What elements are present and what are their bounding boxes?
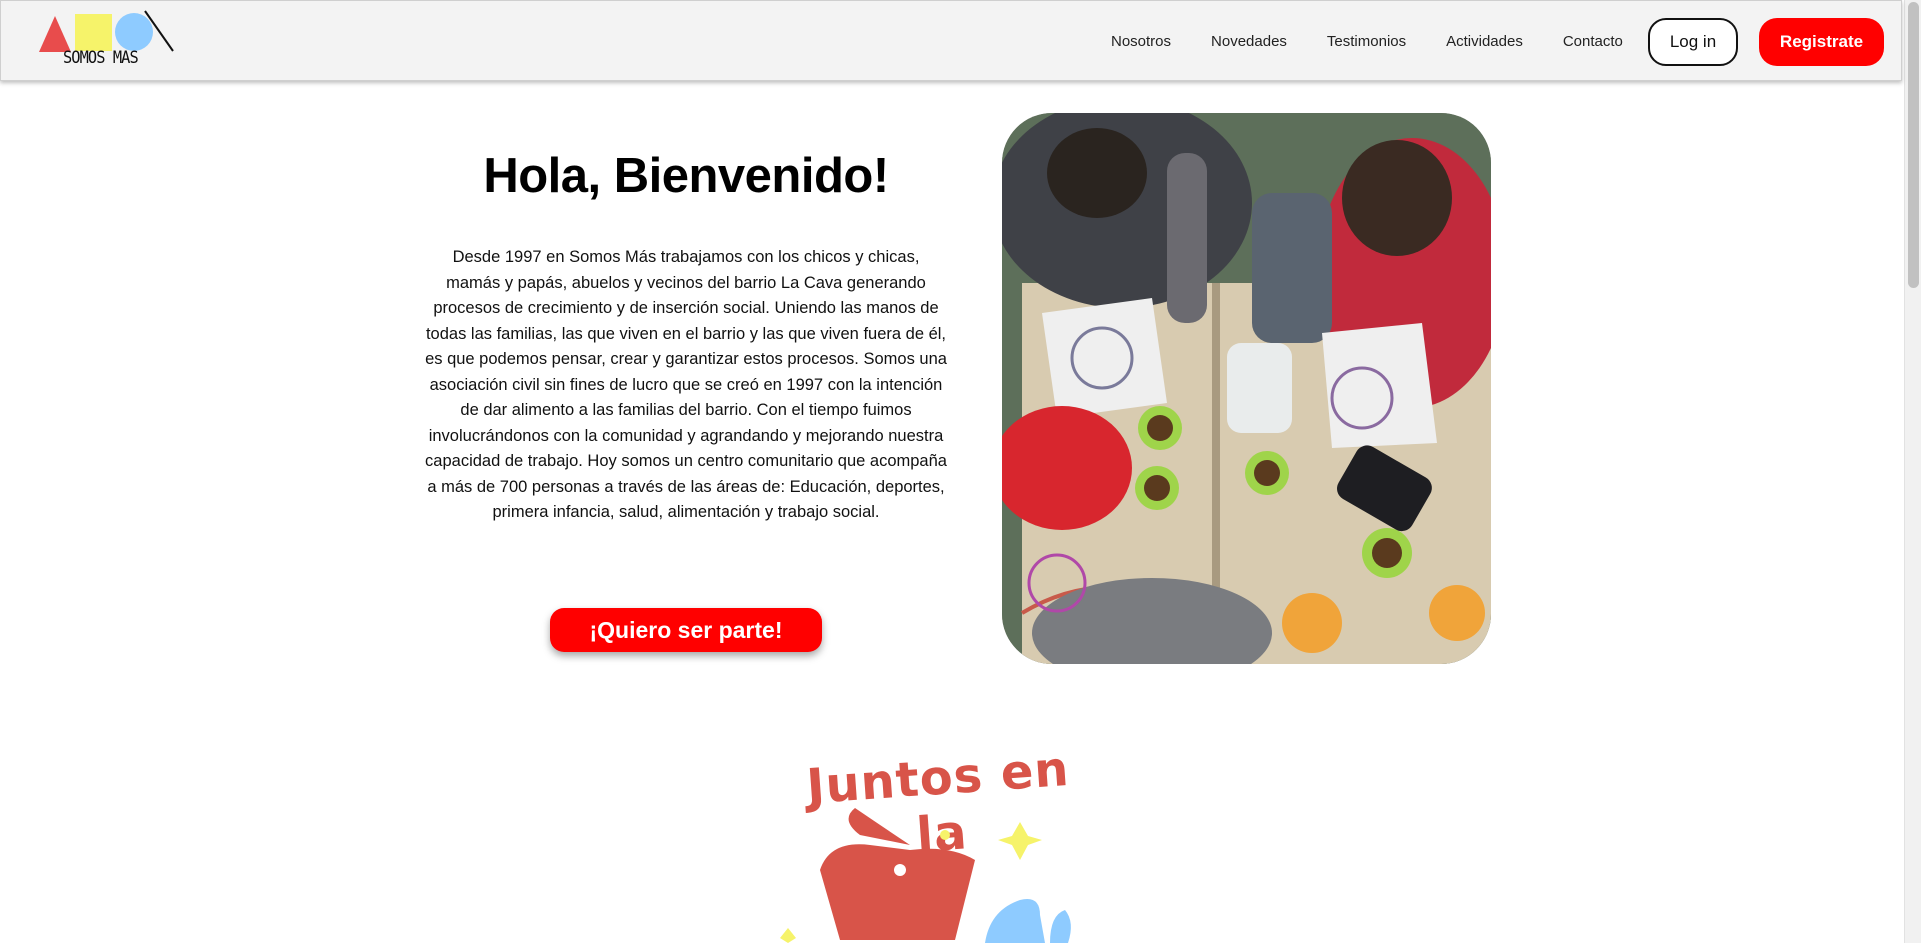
main-nav: Nosotros Novedades Testimonios Actividad…: [1111, 17, 1623, 65]
logo-text: SOMOS MAS: [63, 48, 139, 68]
hero-photo: [1002, 113, 1491, 664]
nav-novedades[interactable]: Novedades: [1211, 33, 1287, 50]
login-button[interactable]: Log in: [1648, 18, 1738, 66]
nav-nosotros[interactable]: Nosotros: [1111, 33, 1171, 50]
nav-testimonios[interactable]: Testimonios: [1327, 33, 1406, 50]
page-scrollbar[interactable]: [1904, 0, 1921, 943]
join-cta-button[interactable]: ¡Quiero ser parte!: [550, 608, 822, 652]
nav-contacto[interactable]: Contacto: [1563, 33, 1623, 50]
juntos-campaign-logo: Juntos en la: [760, 741, 1120, 943]
people-celebrating-icon: [780, 808, 1071, 943]
hero-description: Desde 1997 en Somos Más trabajamos con l…: [425, 248, 947, 521]
register-button[interactable]: Registrate: [1759, 18, 1884, 66]
scrollbar-thumb[interactable]: [1908, 2, 1919, 288]
hero-title: Hola, Bienvenido!: [483, 149, 889, 203]
nav-actividades[interactable]: Actividades: [1446, 33, 1523, 50]
site-header: SOMOS MAS Nosotros Novedades Testimonios…: [0, 0, 1902, 81]
somos-mas-logo[interactable]: SOMOS MAS: [37, 10, 177, 70]
children-drawing-photo-icon: [1002, 113, 1491, 664]
